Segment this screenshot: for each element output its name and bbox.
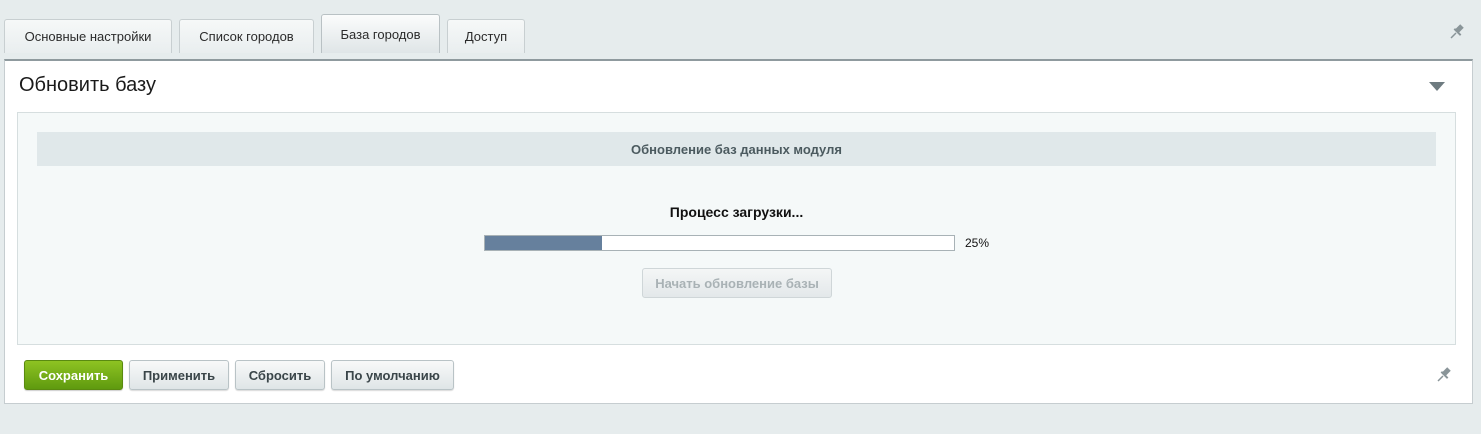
tab-bar: Основные настройки Список городов База г… bbox=[4, 14, 532, 53]
apply-button[interactable]: Применить bbox=[129, 360, 229, 390]
progress-bar bbox=[484, 235, 955, 251]
panel-title: Обновить базу bbox=[19, 74, 156, 96]
chevron-down-icon[interactable] bbox=[1429, 82, 1445, 91]
section-header: Обновление баз данных модуля bbox=[37, 132, 1436, 166]
tab-city-database[interactable]: База городов bbox=[321, 14, 440, 53]
pin-icon[interactable] bbox=[1436, 367, 1452, 383]
process-status-label: Процесс загрузки... bbox=[669, 204, 804, 220]
progress-percent: 25% bbox=[965, 236, 990, 250]
tab-main-settings[interactable]: Основные настройки bbox=[4, 19, 172, 53]
save-button[interactable]: Сохранить bbox=[24, 360, 123, 390]
pin-icon[interactable] bbox=[1449, 24, 1465, 40]
reset-button[interactable]: Сбросить bbox=[235, 360, 325, 390]
update-db-panel: Обновить базу Обновление баз данных моду… bbox=[4, 59, 1473, 404]
tab-city-list[interactable]: Список городов bbox=[179, 19, 314, 53]
update-section: Обновление баз данных модуля Процесс заг… bbox=[17, 112, 1456, 345]
progress-bar-fill bbox=[485, 236, 603, 250]
start-db-update-button[interactable]: Начать обновление базы bbox=[642, 268, 832, 298]
default-button[interactable]: По умолчанию bbox=[331, 360, 454, 390]
tab-access[interactable]: Доступ bbox=[447, 19, 525, 53]
